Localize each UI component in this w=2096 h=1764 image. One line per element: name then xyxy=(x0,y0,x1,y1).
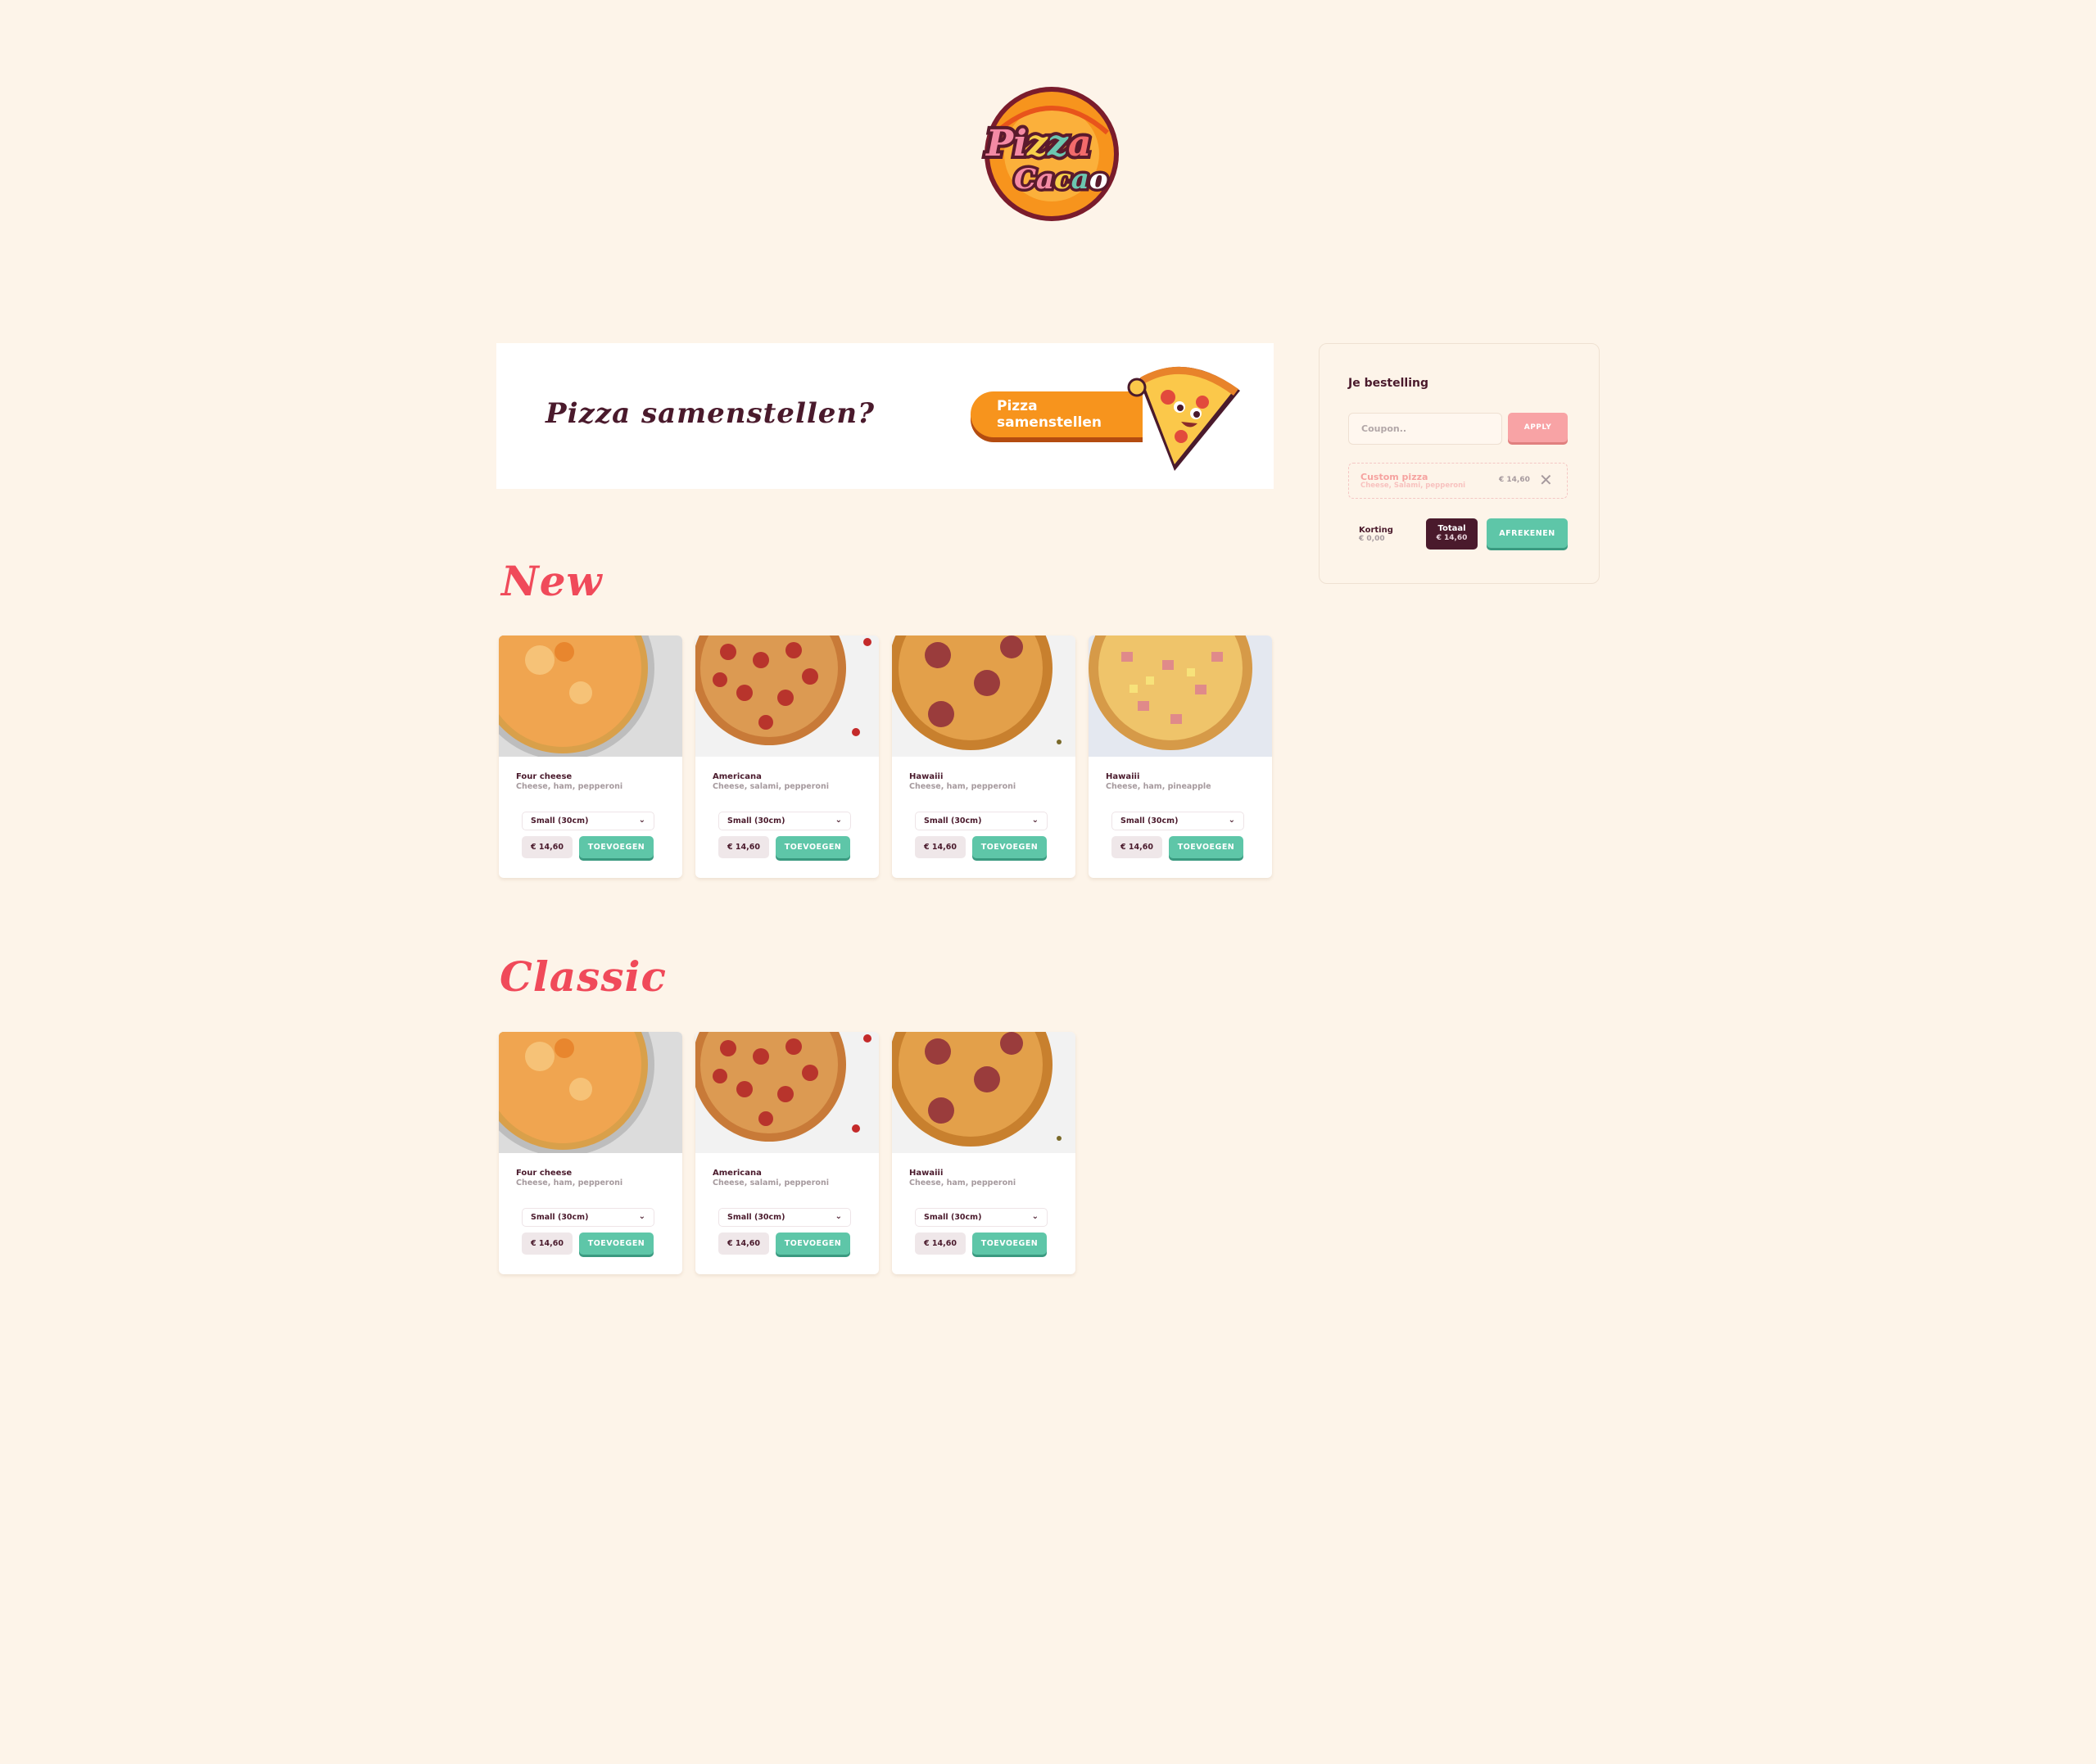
add-to-cart-button[interactable]: TOEVOEGEN xyxy=(776,1233,850,1255)
banner-title: Pizza samenstellen? xyxy=(546,397,876,430)
chevron-down-icon: ⌄ xyxy=(638,1212,645,1221)
chevron-down-icon: ⌄ xyxy=(638,816,645,825)
size-select[interactable]: Small (30cm) ⌄ xyxy=(522,1208,654,1227)
close-icon[interactable]: ✕ xyxy=(1539,470,1553,490)
checkout-button[interactable]: AFREKENEN xyxy=(1487,518,1568,548)
product-desc: Cheese, ham, pepperoni xyxy=(516,1178,623,1187)
add-to-cart-button[interactable]: TOEVOEGEN xyxy=(579,1233,654,1255)
size-select[interactable]: Small (30cm) ⌄ xyxy=(522,812,654,830)
price-badge: € 14,60 xyxy=(522,1233,573,1255)
discount-value: € 0,00 xyxy=(1359,535,1385,543)
product-name: Four cheese xyxy=(516,772,573,781)
chevron-down-icon: ⌄ xyxy=(1031,816,1039,825)
product-desc: Cheese, ham, pepperoni xyxy=(516,782,623,791)
total-badge: Totaal € 14,60 xyxy=(1426,518,1478,550)
section-title-classic: Classic xyxy=(500,952,667,1001)
product-card: Americana Cheese, salami, pepperoni Smal… xyxy=(695,635,879,878)
cart-item-desc: Cheese, Salami, pepperoni xyxy=(1360,482,1466,490)
cart-item-price: € 14,60 xyxy=(1499,476,1530,484)
price-badge: € 14,60 xyxy=(522,836,573,858)
product-name: Americana xyxy=(713,772,762,781)
compose-pizza-banner: Pizza samenstellen? Pizza samenstellen xyxy=(496,343,1274,489)
order-title: Je bestelling xyxy=(1348,377,1428,390)
chevron-down-icon: ⌄ xyxy=(1228,816,1235,825)
chevron-down-icon: ⌄ xyxy=(835,1212,842,1221)
size-select[interactable]: Small (30cm) ⌄ xyxy=(718,812,851,830)
order-panel: Je bestelling APPLY Custom pizza Cheese,… xyxy=(1319,343,1600,584)
add-to-cart-button[interactable]: TOEVOEGEN xyxy=(579,836,654,858)
size-value: Small (30cm) xyxy=(727,816,785,825)
product-desc: Cheese, ham, pineapple xyxy=(1106,782,1211,791)
pizza-mascot-icon xyxy=(1127,366,1240,471)
price-badge: € 14,60 xyxy=(915,836,966,858)
product-name: Hawaiii xyxy=(909,1169,944,1178)
chevron-down-icon: ⌄ xyxy=(1031,1212,1039,1221)
product-name: Four cheese xyxy=(516,1169,573,1178)
price-badge: € 14,60 xyxy=(1111,836,1162,858)
add-to-cart-button[interactable]: TOEVOEGEN xyxy=(1169,836,1243,858)
svg-text:Pizza: Pizza xyxy=(985,123,1091,165)
product-card: Hawaiii Cheese, ham, pineapple Small (30… xyxy=(1089,635,1272,878)
size-select[interactable]: Small (30cm) ⌄ xyxy=(915,812,1048,830)
price-badge: € 14,60 xyxy=(718,1233,769,1255)
coupon-input[interactable] xyxy=(1348,413,1502,445)
size-value: Small (30cm) xyxy=(531,816,589,825)
product-desc: Cheese, ham, pepperoni xyxy=(909,1178,1016,1187)
size-select[interactable]: Small (30cm) ⌄ xyxy=(1111,812,1244,830)
product-card: Hawaiii Cheese, ham, pepperoni Small (30… xyxy=(892,1032,1075,1274)
svg-text:Cacao: Cacao xyxy=(1014,163,1108,196)
apply-coupon-button[interactable]: APPLY xyxy=(1508,413,1568,442)
product-card: Americana Cheese, salami, pepperoni Smal… xyxy=(695,1032,879,1274)
product-card: Four cheese Cheese, ham, pepperoni Small… xyxy=(499,1032,682,1274)
add-to-cart-button[interactable]: TOEVOEGEN xyxy=(776,836,850,858)
product-card: Hawaiii Cheese, ham, pepperoni Small (30… xyxy=(892,635,1075,878)
cart-item: Custom pizza Cheese, Salami, pepperoni €… xyxy=(1348,463,1568,499)
price-badge: € 14,60 xyxy=(718,836,769,858)
product-desc: Cheese, salami, pepperoni xyxy=(713,782,829,791)
product-desc: Cheese, ham, pepperoni xyxy=(909,782,1016,791)
pizza-cacao-logo[interactable]: Pizza Pizza Cacao Cacao xyxy=(980,85,1124,223)
add-to-cart-button[interactable]: TOEVOEGEN xyxy=(972,836,1047,858)
pizza-image xyxy=(499,635,682,757)
pizza-image xyxy=(892,635,1075,757)
discount-label: Korting xyxy=(1359,526,1393,535)
product-name: Americana xyxy=(713,1169,762,1178)
price-badge: € 14,60 xyxy=(915,1233,966,1255)
product-desc: Cheese, salami, pepperoni xyxy=(713,1178,829,1187)
size-select[interactable]: Small (30cm) ⌄ xyxy=(915,1208,1048,1227)
product-name: Hawaiii xyxy=(909,772,944,781)
pizza-image xyxy=(499,1032,682,1153)
size-select[interactable]: Small (30cm) ⌄ xyxy=(718,1208,851,1227)
compose-pizza-button[interactable]: Pizza samenstellen xyxy=(971,391,1143,437)
size-value: Small (30cm) xyxy=(531,1213,589,1222)
product-card: Four cheese Cheese, ham, pepperoni Small… xyxy=(499,635,682,878)
chevron-down-icon: ⌄ xyxy=(835,816,842,825)
product-name: Hawaiii xyxy=(1106,772,1140,781)
pizza-image xyxy=(1089,635,1272,757)
pizza-image xyxy=(695,635,879,757)
pizza-image xyxy=(695,1032,879,1153)
pizza-image xyxy=(892,1032,1075,1153)
section-title-new: New xyxy=(501,557,603,605)
size-value: Small (30cm) xyxy=(1120,816,1179,825)
size-value: Small (30cm) xyxy=(727,1213,785,1222)
total-value: € 14,60 xyxy=(1436,534,1468,542)
size-value: Small (30cm) xyxy=(924,816,982,825)
total-label: Totaal xyxy=(1437,524,1466,533)
size-value: Small (30cm) xyxy=(924,1213,982,1222)
add-to-cart-button[interactable]: TOEVOEGEN xyxy=(972,1233,1047,1255)
